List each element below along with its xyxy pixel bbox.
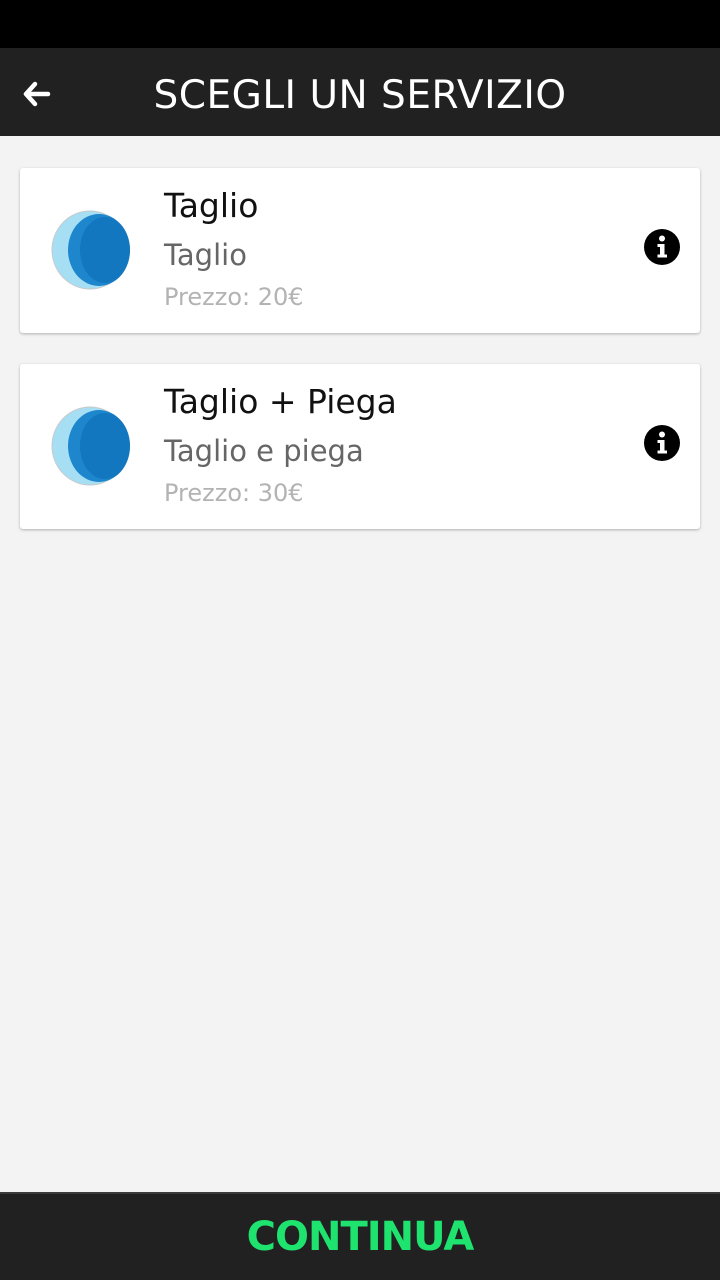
service-list: Taglio Taglio Prezzo: 20€ Taglio + Piega… — [20, 168, 700, 560]
service-title: Taglio + Piega — [164, 382, 397, 421]
service-title: Taglio — [164, 186, 259, 225]
arrow-left-icon — [22, 81, 52, 107]
service-description: Taglio e piega — [164, 434, 364, 468]
info-icon[interactable] — [644, 229, 680, 265]
service-price: Prezzo: 30€ — [164, 479, 304, 507]
back-button[interactable] — [22, 72, 82, 116]
page-title: SCEGLI UN SERVIZIO — [153, 73, 567, 118]
service-logo-icon — [50, 208, 134, 292]
service-price: Prezzo: 20€ — [164, 283, 304, 311]
status-bar — [0, 0, 720, 48]
continue-button[interactable]: CONTINUA — [0, 1192, 720, 1280]
service-card[interactable]: Taglio + Piega Taglio e piega Prezzo: 30… — [20, 364, 700, 529]
service-description: Taglio — [164, 238, 247, 272]
continue-label: CONTINUA — [246, 1214, 475, 1260]
info-icon[interactable] — [644, 425, 680, 461]
service-logo-icon — [50, 404, 134, 488]
app-bar: SCEGLI UN SERVIZIO — [0, 48, 720, 136]
service-card[interactable]: Taglio Taglio Prezzo: 20€ — [20, 168, 700, 333]
